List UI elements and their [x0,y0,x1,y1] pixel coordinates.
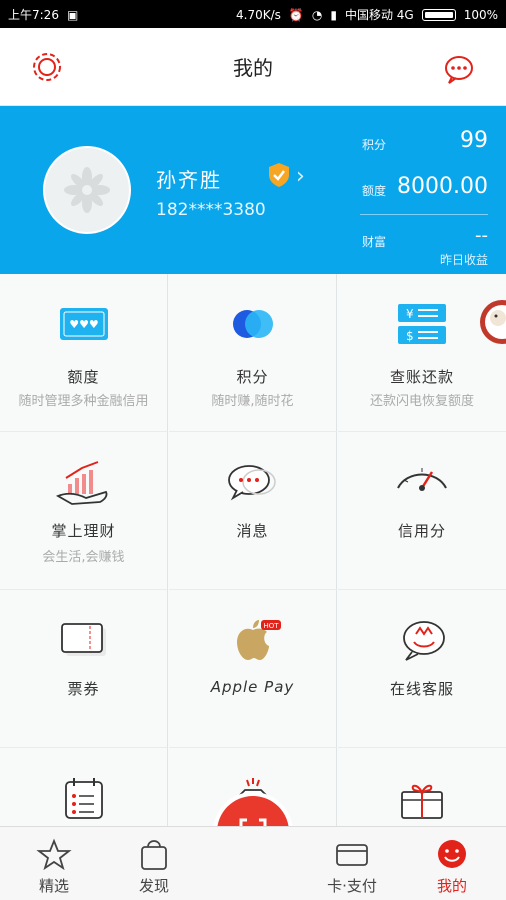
message-icon [227,465,276,501]
credit-label: 额度 [362,184,387,198]
chevron-right-icon[interactable]: › [296,164,305,189]
calendar-list-icon [64,778,103,819]
grid-item-credit[interactable]: ♥♥♥ 额度 随时管理多种金融信用 [0,274,168,432]
status-bar: 上午7:26 ▣ 4.70K/s ⏰ ◔ ▮ 中国移动 4G 100% [0,0,506,28]
flower-avatar-icon [64,167,110,213]
service-icon [403,621,445,661]
svg-text:♥♥♥: ♥♥♥ [69,318,99,331]
mascot-floating-icon[interactable] [472,286,506,356]
grid-label-credit-score: 信用分 [397,522,446,540]
points-label: 积分 [362,138,387,152]
grid-label-wealth: 掌上理财 [51,522,116,540]
points-value: 99 [460,128,488,153]
signal-icon: ▮ [330,7,337,22]
tab-label-discover: 发现 [138,877,169,895]
grid-item-apple-pay[interactable]: HOT Apple Pay [169,590,337,748]
ticket-icon [60,623,106,656]
credit-stat[interactable]: 额度 8000.00 [360,174,488,204]
grid-item-credit-score[interactable]: 信用分 [338,432,506,590]
grid-item-message[interactable]: 消息 [169,432,337,590]
star-icon [36,838,72,871]
card-icon: ♥♥♥ [59,308,108,340]
points-stat[interactable]: 积分 99 [360,128,488,158]
wealth-value: -- [475,225,488,246]
bag-icon [141,840,167,870]
svg-text:¥: ¥ [406,307,414,321]
grid-item-wealth[interactable]: 掌上理财 会生活,会赚钱 [0,432,168,590]
tab-label-mine: 我的 [436,877,467,895]
smile-icon [438,840,466,868]
battery-icon [421,8,456,21]
card-icon [336,844,368,866]
alarm-icon: ⏰ [288,7,304,22]
grid-sub-bill: 还款闪电恢复额度 [369,394,474,409]
bottom-tab-bar: 精选 发现 卡·支付 我的 [0,826,506,900]
yesterday-earnings-label: 昨日收益 [439,253,488,267]
battery-percent: 100% [463,7,498,22]
grid-label-points: 积分 [236,368,269,386]
grid-item-points[interactable]: 积分 随时赚,随时花 [169,274,337,432]
chart-hand-icon [55,461,107,505]
network-speed: 4.70K/s [236,7,281,22]
grid-label-ticket: 票券 [67,680,100,698]
grid-label-credit: 额度 [67,368,100,386]
grid-item-service[interactable]: 在线客服 [338,590,506,748]
grid-sub-credit: 随时管理多种金融信用 [18,394,149,409]
wifi-icon: ◔ [311,7,323,22]
hot-badge: HOT [263,622,279,630]
grid-label-apple-pay: Apple Pay [210,678,295,696]
profile-banner[interactable]: 孙齐胜 › 182****3380 积分 99 额度 8000.00 财富 --… [0,106,506,274]
tab-label-featured: 精选 [38,877,69,895]
grid-label-service: 在线客服 [389,680,454,698]
status-time: 上午7:26 [8,8,59,22]
tab-featured[interactable]: 精选 [14,837,94,896]
notification-icon: ▣ [66,7,79,22]
avatar[interactable] [43,146,131,234]
page-title: 我的 [233,56,273,80]
top-header: 我的 [0,28,506,106]
carrier-label: 中国移动 4G [344,8,414,22]
bill-icon: ¥ $ [398,304,446,344]
wealth-label: 财富 [362,235,387,249]
points-circles-icon [232,310,273,338]
svg-text:$: $ [406,329,414,343]
account-stats: 积分 99 额度 8000.00 财富 -- [360,128,488,271]
apple-icon: HOT [236,620,281,660]
gauge-icon [397,468,447,491]
tab-mine[interactable]: 我的 [412,837,492,896]
grid-label-message: 消息 [236,522,269,540]
verified-shield-icon [269,163,289,187]
user-phone: 182****3380 [156,200,266,220]
grid-item-calendar[interactable] [0,748,168,826]
tab-discover[interactable]: 发现 [114,837,194,896]
tab-label-card-pay: 卡·支付 [327,877,377,895]
chat-icon[interactable] [442,52,476,86]
stats-divider [360,214,488,215]
tab-card-pay[interactable]: 卡·支付 [312,837,392,896]
credit-value: 8000.00 [397,174,488,199]
grid-sub-wealth: 会生活,会赚钱 [42,550,125,565]
grid-item-ticket[interactable]: 票券 [0,590,168,748]
user-name: 孙齐胜 [156,168,222,192]
grid-label-bill: 查账还款 [389,368,454,386]
grid-sub-points: 随时赚,随时花 [211,394,294,409]
grid-item-gift[interactable] [338,748,506,826]
gift-icon [401,784,443,819]
feature-grid: ♥♥♥ 额度 随时管理多种金融信用 积分 随时赚,随时花 ¥ $ 查账还款 还款… [0,274,506,826]
